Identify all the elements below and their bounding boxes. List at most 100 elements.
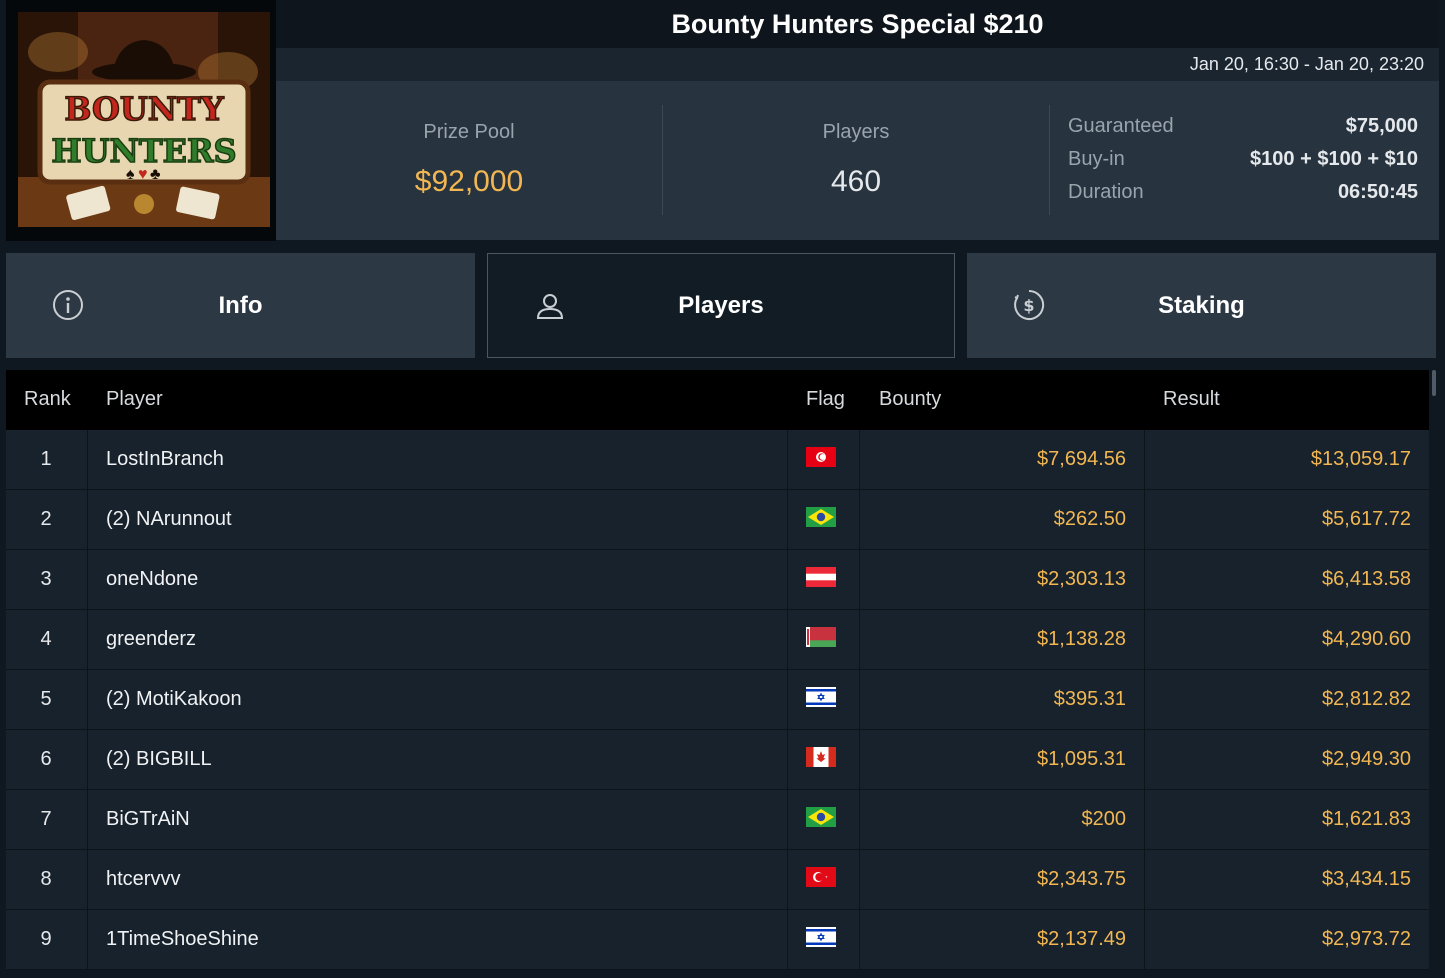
column-divider — [787, 730, 788, 789]
tab-players-label: Players — [678, 291, 764, 319]
canada-flag-icon — [806, 747, 836, 767]
bounty-cell: $1,095.31 — [1037, 748, 1126, 770]
rank-cell: 8 — [40, 868, 52, 890]
players-value: 460 — [830, 165, 882, 198]
result-cell: $2,949.30 — [1322, 748, 1411, 770]
flag-cell — [806, 850, 836, 909]
column-divider — [859, 910, 860, 969]
player-name[interactable]: (2) NArunnout — [106, 490, 766, 549]
guaranteed-row: Guaranteed $75,000 — [1068, 115, 1418, 145]
belarus-flag-icon — [806, 627, 836, 647]
bounty-cell: $200 — [1081, 808, 1127, 830]
column-divider — [1144, 730, 1145, 789]
rank-cell: 9 — [40, 928, 52, 950]
column-divider — [87, 430, 88, 489]
player-name[interactable]: LostInBranch — [106, 430, 766, 489]
column-divider — [87, 850, 88, 909]
header-bounty[interactable]: Bounty — [879, 388, 941, 411]
player-name[interactable]: htcervvv — [106, 850, 766, 909]
player-name[interactable]: BiGTrAiN — [106, 790, 766, 849]
tournament-logo: BOUNTY HUNTERS ♠ ♥ ♣ — [6, 0, 276, 241]
table-body: 1 LostInBranch $7,694.56 $13,059.17 2 (2) NAr… — [6, 430, 1429, 970]
player-name[interactable]: oneNdone — [106, 550, 766, 609]
column-divider — [787, 430, 788, 489]
table-row[interactable]: 4 greenderz $1,138.28 $4,290.60 — [6, 610, 1429, 670]
table-row[interactable]: 2 (2) NArunnout $262.50 $5,617.72 — [6, 490, 1429, 550]
result-cell: $4,290.60 — [1322, 628, 1411, 650]
stats-divider — [1049, 105, 1050, 215]
flag-cell — [806, 670, 836, 729]
bounty-cell: $2,137.49 — [1037, 928, 1126, 950]
column-divider — [1144, 610, 1145, 669]
column-divider — [859, 670, 860, 729]
column-divider — [859, 730, 860, 789]
table-row[interactable]: 3 oneNdone $2,303.13 $6,413.58 — [6, 550, 1429, 610]
bounty-cell: $2,343.75 — [1037, 868, 1126, 890]
header-result[interactable]: Result — [1163, 388, 1220, 411]
flag-cell — [806, 610, 836, 669]
header-flag[interactable]: Flag — [806, 388, 845, 411]
bounty-cell: $2,303.13 — [1037, 568, 1126, 590]
column-divider — [859, 850, 860, 909]
players-label: Players — [822, 121, 890, 143]
logo-text-hunters: HUNTERS — [51, 132, 236, 170]
tab-staking[interactable]: $ Staking — [967, 253, 1436, 358]
header-rank[interactable]: Rank — [24, 388, 71, 411]
column-divider — [859, 790, 860, 849]
players-stat: Players 460 — [663, 81, 1049, 240]
bounty-cell: $7,694.56 — [1037, 448, 1126, 470]
table-row[interactable]: 5 (2) MotiKakoon $395.31 $2,812.82 — [6, 670, 1429, 730]
bounty-cell: $262.50 — [1053, 508, 1126, 530]
column-divider — [1144, 430, 1145, 489]
rank-cell: 2 — [40, 508, 52, 530]
table-scrollbar[interactable] — [1432, 370, 1436, 396]
table-row[interactable]: 1 LostInBranch $7,694.56 $13,059.17 — [6, 430, 1429, 490]
rank-cell: 6 — [40, 748, 52, 770]
table-row[interactable]: 8 htcervvv $2,343.75 $3,434.15 — [6, 850, 1429, 910]
tab-info[interactable]: Info — [6, 253, 475, 358]
brazil-flag-icon — [806, 507, 836, 527]
tournament-title: Bounty Hunters Special $210 — [276, 0, 1439, 48]
bounty-cell: $1,138.28 — [1037, 628, 1126, 650]
column-divider — [787, 910, 788, 969]
column-divider — [87, 610, 88, 669]
svg-text:$: $ — [1023, 296, 1034, 315]
result-cell: $2,812.82 — [1322, 688, 1411, 710]
duration-value: 06:50:45 — [1337, 181, 1418, 203]
table-row[interactable]: 6 (2) BIGBILL $1,095.31 $2,949.30 — [6, 730, 1429, 790]
column-divider — [87, 670, 88, 729]
player-name[interactable]: (2) BIGBILL — [106, 730, 766, 789]
buyin-value: $100 + $100 + $10 — [1250, 148, 1418, 170]
dollar-circle-icon: $ — [1014, 289, 1045, 320]
logo-text-bounty: BOUNTY — [64, 90, 224, 128]
result-cell: $6,413.58 — [1322, 568, 1411, 590]
flag-cell — [806, 730, 836, 789]
result-cell: $13,059.17 — [1310, 448, 1411, 470]
tab-staking-label: Staking — [1158, 291, 1245, 319]
column-divider — [859, 550, 860, 609]
table-row[interactable]: 7 BiGTrAiN $200 $1,621.83 — [6, 790, 1429, 850]
column-divider — [1144, 910, 1145, 969]
player-name[interactable]: (2) MotiKakoon — [106, 670, 766, 729]
column-divider — [87, 790, 88, 849]
column-divider — [87, 730, 88, 789]
column-divider — [87, 910, 88, 969]
column-divider — [859, 430, 860, 489]
tab-players[interactable]: Players — [487, 253, 955, 358]
player-name[interactable]: greenderz — [106, 610, 766, 669]
israel-flag-icon — [806, 687, 836, 707]
player-name[interactable]: 1TimeShoeShine — [106, 910, 766, 969]
column-divider — [1144, 850, 1145, 909]
column-divider — [859, 490, 860, 549]
guaranteed-value: $75,000 — [1345, 115, 1418, 137]
svg-text:♣: ♣ — [150, 166, 161, 183]
column-divider — [787, 550, 788, 609]
column-divider — [1144, 670, 1145, 729]
rank-cell: 5 — [40, 688, 52, 710]
column-divider — [1144, 790, 1145, 849]
header-player[interactable]: Player — [106, 388, 163, 411]
rank-cell: 7 — [40, 808, 52, 830]
result-cell: $2,973.72 — [1322, 928, 1411, 950]
tunisia-flag-icon — [806, 447, 836, 467]
table-row[interactable]: 9 1TimeShoeShine $2,137.49 $2,973.72 — [6, 910, 1429, 970]
